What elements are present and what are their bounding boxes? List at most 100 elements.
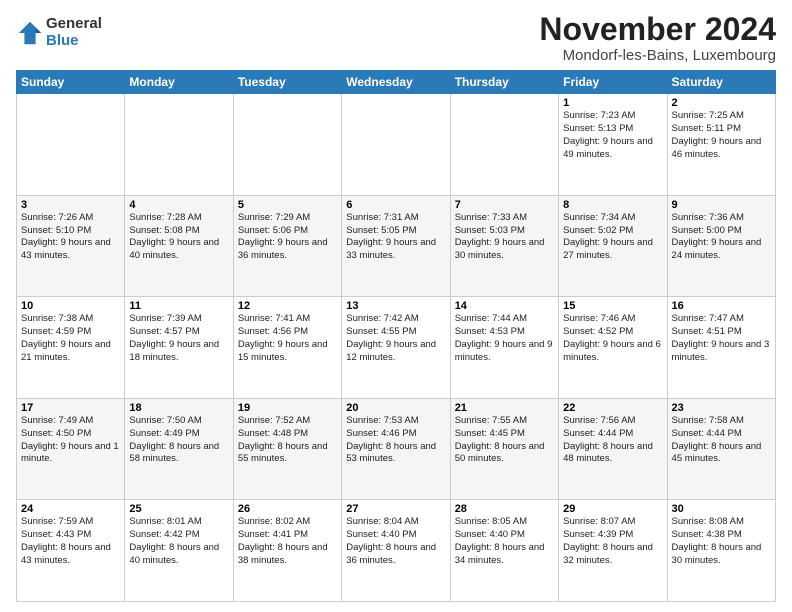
day-number: 24 xyxy=(21,503,120,515)
day-number: 1 xyxy=(563,97,662,109)
day-number: 9 xyxy=(672,199,771,211)
day-info: Sunrise: 7:56 AM Sunset: 4:44 PM Dayligh… xyxy=(563,415,662,466)
day-info: Sunrise: 7:44 AM Sunset: 4:53 PM Dayligh… xyxy=(455,313,554,364)
table-row: 12Sunrise: 7:41 AM Sunset: 4:56 PM Dayli… xyxy=(233,297,341,399)
day-number: 19 xyxy=(238,402,337,414)
header: General Blue November 2024 Mondorf-les-B… xyxy=(16,12,776,64)
table-row: 8Sunrise: 7:34 AM Sunset: 5:02 PM Daylig… xyxy=(559,195,667,297)
day-info: Sunrise: 7:41 AM Sunset: 4:56 PM Dayligh… xyxy=(238,313,337,364)
location-title: Mondorf-les-Bains, Luxembourg xyxy=(539,47,776,64)
day-info: Sunrise: 7:59 AM Sunset: 4:43 PM Dayligh… xyxy=(21,516,120,567)
table-row: 10Sunrise: 7:38 AM Sunset: 4:59 PM Dayli… xyxy=(17,297,125,399)
day-info: Sunrise: 7:46 AM Sunset: 4:52 PM Dayligh… xyxy=(563,313,662,364)
calendar-header-row: Sunday Monday Tuesday Wednesday Thursday… xyxy=(17,71,776,94)
day-number: 8 xyxy=(563,199,662,211)
logo: General Blue xyxy=(16,16,102,49)
calendar-table: Sunday Monday Tuesday Wednesday Thursday… xyxy=(16,70,776,602)
calendar-week-5: 24Sunrise: 7:59 AM Sunset: 4:43 PM Dayli… xyxy=(17,500,776,602)
day-info: Sunrise: 7:39 AM Sunset: 4:57 PM Dayligh… xyxy=(129,313,228,364)
day-info: Sunrise: 7:47 AM Sunset: 4:51 PM Dayligh… xyxy=(672,313,771,364)
month-title: November 2024 xyxy=(539,12,776,47)
day-info: Sunrise: 7:23 AM Sunset: 5:13 PM Dayligh… xyxy=(563,110,662,161)
calendar-week-4: 17Sunrise: 7:49 AM Sunset: 4:50 PM Dayli… xyxy=(17,398,776,500)
table-row: 19Sunrise: 7:52 AM Sunset: 4:48 PM Dayli… xyxy=(233,398,341,500)
table-row: 24Sunrise: 7:59 AM Sunset: 4:43 PM Dayli… xyxy=(17,500,125,602)
day-number: 21 xyxy=(455,402,554,414)
logo-icon xyxy=(16,19,44,47)
table-row: 27Sunrise: 8:04 AM Sunset: 4:40 PM Dayli… xyxy=(342,500,450,602)
table-row: 2Sunrise: 7:25 AM Sunset: 5:11 PM Daylig… xyxy=(667,94,775,196)
day-number: 30 xyxy=(672,503,771,515)
day-info: Sunrise: 8:07 AM Sunset: 4:39 PM Dayligh… xyxy=(563,516,662,567)
calendar-week-3: 10Sunrise: 7:38 AM Sunset: 4:59 PM Dayli… xyxy=(17,297,776,399)
table-row: 17Sunrise: 7:49 AM Sunset: 4:50 PM Dayli… xyxy=(17,398,125,500)
page: General Blue November 2024 Mondorf-les-B… xyxy=(0,0,792,612)
day-info: Sunrise: 7:28 AM Sunset: 5:08 PM Dayligh… xyxy=(129,212,228,263)
logo-blue: Blue xyxy=(46,32,79,49)
day-number: 17 xyxy=(21,402,120,414)
table-row: 22Sunrise: 7:56 AM Sunset: 4:44 PM Dayli… xyxy=(559,398,667,500)
table-row xyxy=(233,94,341,196)
calendar-week-1: 1Sunrise: 7:23 AM Sunset: 5:13 PM Daylig… xyxy=(17,94,776,196)
day-info: Sunrise: 8:01 AM Sunset: 4:42 PM Dayligh… xyxy=(129,516,228,567)
table-row xyxy=(17,94,125,196)
col-monday: Monday xyxy=(125,71,233,94)
day-info: Sunrise: 7:38 AM Sunset: 4:59 PM Dayligh… xyxy=(21,313,120,364)
day-info: Sunrise: 7:55 AM Sunset: 4:45 PM Dayligh… xyxy=(455,415,554,466)
day-info: Sunrise: 7:31 AM Sunset: 5:05 PM Dayligh… xyxy=(346,212,445,263)
day-info: Sunrise: 7:42 AM Sunset: 4:55 PM Dayligh… xyxy=(346,313,445,364)
table-row: 3Sunrise: 7:26 AM Sunset: 5:10 PM Daylig… xyxy=(17,195,125,297)
day-info: Sunrise: 7:25 AM Sunset: 5:11 PM Dayligh… xyxy=(672,110,771,161)
day-number: 22 xyxy=(563,402,662,414)
day-number: 10 xyxy=(21,300,120,312)
day-number: 5 xyxy=(238,199,337,211)
day-number: 4 xyxy=(129,199,228,211)
day-number: 23 xyxy=(672,402,771,414)
day-info: Sunrise: 8:02 AM Sunset: 4:41 PM Dayligh… xyxy=(238,516,337,567)
day-number: 26 xyxy=(238,503,337,515)
logo-general: General xyxy=(46,15,102,32)
day-info: Sunrise: 7:29 AM Sunset: 5:06 PM Dayligh… xyxy=(238,212,337,263)
table-row: 15Sunrise: 7:46 AM Sunset: 4:52 PM Dayli… xyxy=(559,297,667,399)
day-number: 15 xyxy=(563,300,662,312)
col-sunday: Sunday xyxy=(17,71,125,94)
day-number: 14 xyxy=(455,300,554,312)
day-info: Sunrise: 8:08 AM Sunset: 4:38 PM Dayligh… xyxy=(672,516,771,567)
table-row: 28Sunrise: 8:05 AM Sunset: 4:40 PM Dayli… xyxy=(450,500,558,602)
col-tuesday: Tuesday xyxy=(233,71,341,94)
col-wednesday: Wednesday xyxy=(342,71,450,94)
table-row: 18Sunrise: 7:50 AM Sunset: 4:49 PM Dayli… xyxy=(125,398,233,500)
day-number: 27 xyxy=(346,503,445,515)
table-row: 26Sunrise: 8:02 AM Sunset: 4:41 PM Dayli… xyxy=(233,500,341,602)
table-row: 16Sunrise: 7:47 AM Sunset: 4:51 PM Dayli… xyxy=(667,297,775,399)
day-number: 25 xyxy=(129,503,228,515)
table-row: 21Sunrise: 7:55 AM Sunset: 4:45 PM Dayli… xyxy=(450,398,558,500)
calendar-week-2: 3Sunrise: 7:26 AM Sunset: 5:10 PM Daylig… xyxy=(17,195,776,297)
day-number: 28 xyxy=(455,503,554,515)
table-row: 20Sunrise: 7:53 AM Sunset: 4:46 PM Dayli… xyxy=(342,398,450,500)
day-number: 3 xyxy=(21,199,120,211)
day-info: Sunrise: 7:33 AM Sunset: 5:03 PM Dayligh… xyxy=(455,212,554,263)
day-info: Sunrise: 8:04 AM Sunset: 4:40 PM Dayligh… xyxy=(346,516,445,567)
table-row: 1Sunrise: 7:23 AM Sunset: 5:13 PM Daylig… xyxy=(559,94,667,196)
table-row: 11Sunrise: 7:39 AM Sunset: 4:57 PM Dayli… xyxy=(125,297,233,399)
day-info: Sunrise: 7:36 AM Sunset: 5:00 PM Dayligh… xyxy=(672,212,771,263)
table-row: 9Sunrise: 7:36 AM Sunset: 5:00 PM Daylig… xyxy=(667,195,775,297)
table-row: 5Sunrise: 7:29 AM Sunset: 5:06 PM Daylig… xyxy=(233,195,341,297)
day-info: Sunrise: 7:49 AM Sunset: 4:50 PM Dayligh… xyxy=(21,415,120,466)
title-block: November 2024 Mondorf-les-Bains, Luxembo… xyxy=(539,12,776,64)
day-number: 2 xyxy=(672,97,771,109)
day-number: 29 xyxy=(563,503,662,515)
col-saturday: Saturday xyxy=(667,71,775,94)
day-number: 6 xyxy=(346,199,445,211)
day-info: Sunrise: 7:26 AM Sunset: 5:10 PM Dayligh… xyxy=(21,212,120,263)
table-row: 7Sunrise: 7:33 AM Sunset: 5:03 PM Daylig… xyxy=(450,195,558,297)
day-info: Sunrise: 8:05 AM Sunset: 4:40 PM Dayligh… xyxy=(455,516,554,567)
day-number: 13 xyxy=(346,300,445,312)
table-row xyxy=(342,94,450,196)
table-row: 14Sunrise: 7:44 AM Sunset: 4:53 PM Dayli… xyxy=(450,297,558,399)
table-row: 25Sunrise: 8:01 AM Sunset: 4:42 PM Dayli… xyxy=(125,500,233,602)
day-number: 16 xyxy=(672,300,771,312)
day-number: 7 xyxy=(455,199,554,211)
day-number: 20 xyxy=(346,402,445,414)
